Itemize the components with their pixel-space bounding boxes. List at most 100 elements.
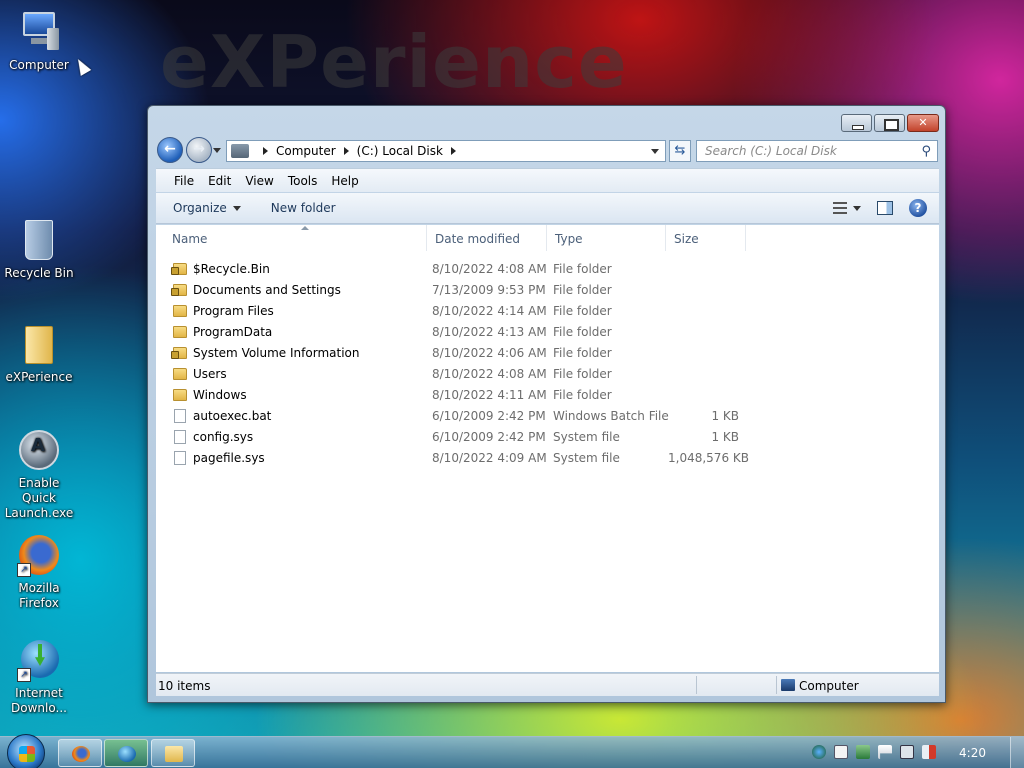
desktop-icon-firefox[interactable]: ↗ Mozilla Firefox: [0, 533, 78, 611]
network-icon[interactable]: [812, 745, 826, 759]
chevron-down-icon: [232, 205, 241, 211]
status-divider: [776, 676, 777, 694]
file-row[interactable]: Users 8/10/2022 4:08 AM File folder: [156, 364, 939, 385]
address-bar[interactable]: Computer (C:) Local Disk: [226, 140, 666, 162]
help-icon[interactable]: ?: [909, 199, 927, 217]
close-button[interactable]: [907, 114, 939, 132]
file-row[interactable]: Windows 8/10/2022 4:11 AM File folder: [156, 385, 939, 406]
file-row[interactable]: ProgramData 8/10/2022 4:13 AM File folder: [156, 322, 939, 343]
status-bar: 10 items Computer: [156, 673, 939, 696]
refresh-button[interactable]: ⇆: [669, 140, 691, 162]
taskbar-firefox-button[interactable]: [58, 739, 102, 767]
column-header-label: Name: [172, 232, 208, 246]
breadcrumb-local-disk[interactable]: (C:) Local Disk: [357, 144, 443, 158]
file-type: System file: [553, 430, 620, 444]
minimize-button[interactable]: [841, 114, 872, 132]
file-row[interactable]: autoexec.bat 6/10/2009 2:42 PM Windows Bat…: [156, 406, 939, 427]
file-date-modified: 8/10/2022 4:08 AM: [432, 367, 547, 381]
file-row[interactable]: config.sys 6/10/2009 2:42 PM System file 1 …: [156, 427, 939, 448]
preview-pane-icon[interactable]: [877, 201, 893, 215]
taskbar-download-manager-button[interactable]: [104, 739, 148, 767]
quick-launch-app-icon: A: [17, 428, 61, 472]
search-input[interactable]: Search (C:) Local Disk ⚲: [696, 140, 938, 162]
menu-edit[interactable]: Edit: [208, 174, 231, 188]
desktop-icon-label: Internet Downlo...: [11, 686, 67, 715]
search-icon[interactable]: ⚲: [921, 144, 931, 159]
file-type: System file: [553, 451, 620, 465]
file-size: 1,048,576 KB: [668, 451, 749, 465]
menu-file[interactable]: File: [174, 174, 194, 188]
volume-muted-icon[interactable]: [922, 745, 936, 759]
file-type: File folder: [553, 283, 612, 297]
security-icon[interactable]: [856, 745, 870, 759]
address-dropdown-icon[interactable]: [651, 149, 659, 154]
column-header-size[interactable]: Size: [666, 225, 746, 251]
desktop-icon-enable-quick-launch[interactable]: A Enable Quick Launch.exe: [0, 428, 78, 521]
firefox-icon: [72, 746, 90, 762]
desktop-icon-computer[interactable]: Computer: [0, 10, 78, 73]
file-name: Program Files: [193, 304, 274, 318]
download-manager-icon: [118, 746, 136, 762]
folder-icon: [173, 389, 187, 401]
file-name: ProgramData: [193, 325, 273, 339]
menu-view[interactable]: View: [245, 174, 273, 188]
clock[interactable]: 4:20: [959, 746, 986, 760]
breadcrumb-computer[interactable]: Computer: [276, 144, 336, 158]
desktop-icon-recycle-bin[interactable]: Recycle Bin: [0, 218, 78, 281]
start-button[interactable]: [7, 734, 45, 768]
breadcrumb-separator-icon[interactable]: [343, 147, 349, 155]
taskbar-explorer-button[interactable]: [151, 739, 195, 767]
column-header-label: Size: [674, 232, 699, 246]
file-size: 1 KB: [711, 409, 739, 423]
file-date-modified: 8/10/2022 4:06 AM: [432, 346, 547, 360]
file-type: File folder: [553, 388, 612, 402]
column-header-label: Date modified: [435, 232, 521, 246]
computer-zone-icon: [781, 679, 795, 691]
file-name: config.sys: [193, 430, 254, 444]
view-options-chevron-icon[interactable]: [853, 205, 861, 211]
organize-label: Organize: [173, 201, 227, 215]
action-center-flag-icon[interactable]: [878, 745, 892, 759]
display-icon[interactable]: [900, 745, 914, 759]
menu-tools[interactable]: Tools: [288, 174, 318, 188]
file-type: File folder: [553, 346, 612, 360]
desktop-icon-label: Computer: [9, 58, 69, 72]
file-name: $Recycle.Bin: [193, 262, 270, 276]
recent-pages-dropdown[interactable]: [213, 148, 221, 153]
taskbar: 4:20: [0, 734, 1024, 768]
organize-button[interactable]: Organize: [173, 201, 241, 215]
file-name: Users: [193, 367, 227, 381]
file-date-modified: 8/10/2022 4:09 AM: [432, 451, 547, 465]
show-desktop-button[interactable]: [1010, 737, 1024, 768]
file-name: Documents and Settings: [193, 283, 341, 297]
desktop-icon-label: Mozilla Firefox: [18, 581, 60, 610]
locked-folder-icon: [171, 263, 187, 275]
column-header-name[interactable]: Name: [164, 225, 427, 251]
file-row[interactable]: pagefile.sys 8/10/2022 4:09 AM System file…: [156, 448, 939, 469]
notes-icon[interactable]: [834, 745, 848, 759]
file-row[interactable]: $Recycle.Bin 8/10/2022 4:08 AM File folder: [156, 259, 939, 280]
file-date-modified: 7/13/2009 9:53 PM: [432, 283, 546, 297]
item-count: 10 items: [158, 679, 211, 693]
breadcrumb-separator-icon[interactable]: [263, 147, 268, 155]
breadcrumb-separator-icon[interactable]: [450, 147, 456, 155]
change-view-icon[interactable]: [833, 202, 847, 214]
forward-button[interactable]: [186, 137, 212, 163]
file-icon: [174, 409, 186, 423]
file-row[interactable]: Program Files 8/10/2022 4:14 AM File folde…: [156, 301, 939, 322]
download-manager-icon: ↗: [17, 638, 61, 682]
maximize-button[interactable]: [874, 114, 905, 132]
column-header-date-modified[interactable]: Date modified: [427, 225, 547, 251]
file-row[interactable]: System Volume Information 8/10/2022 4:06 …: [156, 343, 939, 364]
column-header-type[interactable]: Type: [547, 225, 666, 251]
menu-help[interactable]: Help: [331, 174, 358, 188]
new-folder-button[interactable]: New folder: [271, 201, 336, 215]
notification-area: [812, 745, 936, 759]
file-row[interactable]: Documents and Settings 7/13/2009 9:53 PM F…: [156, 280, 939, 301]
view-controls: ?: [833, 199, 927, 217]
window-controls: [841, 114, 939, 132]
desktop-icon-label: eXPerience: [5, 370, 73, 384]
back-button[interactable]: [157, 137, 183, 163]
desktop-icon-internet-download-manager[interactable]: ↗ Internet Downlo...: [0, 638, 78, 716]
desktop-icon-experience-folder[interactable]: eXPerience: [0, 322, 78, 385]
